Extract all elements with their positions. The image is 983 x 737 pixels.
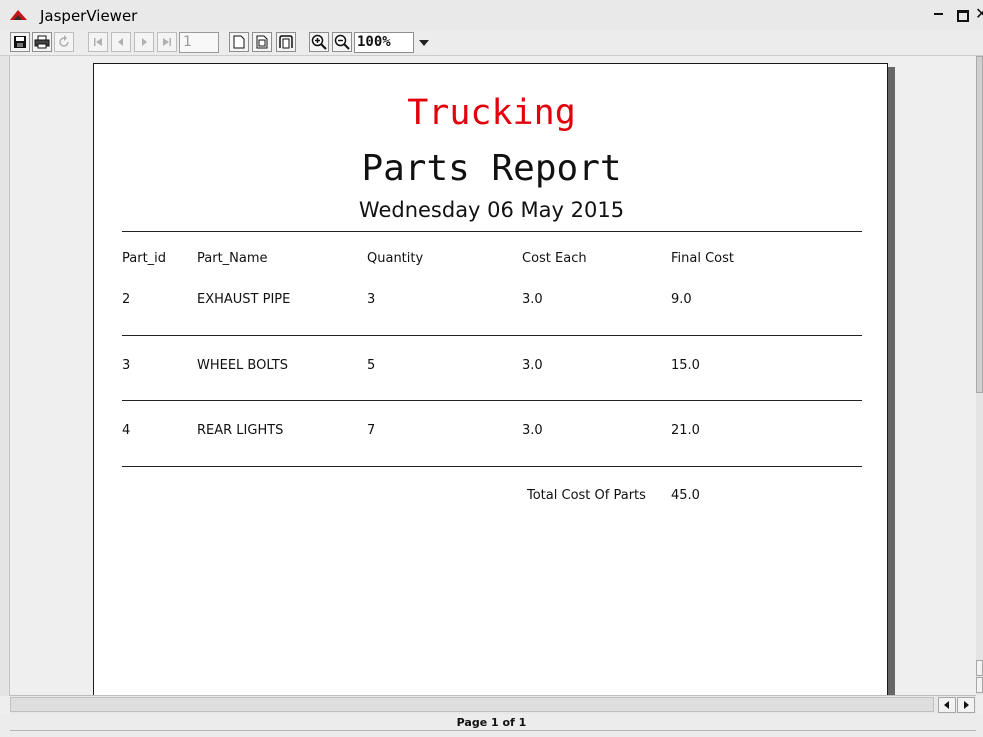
status-bar: Page 1 of 1: [0, 714, 983, 737]
column-header-cost-each: Cost Each: [522, 251, 587, 266]
previous-page-button[interactable]: [111, 32, 131, 52]
close-icon[interactable]: ✕: [975, 4, 983, 24]
company-name: Trucking: [407, 93, 576, 133]
zoom-out-button[interactable]: [332, 32, 352, 52]
first-page-button[interactable]: [88, 32, 108, 52]
previous-page-icon: [118, 38, 123, 46]
zoom-value: 100%: [357, 34, 391, 50]
scroll-up-button[interactable]: [976, 660, 983, 676]
report-viewport[interactable]: Trucking Parts Report Wednesday 06 May 2…: [10, 56, 976, 695]
cell-part-id: 2: [122, 292, 131, 307]
toolbar: 1 100%: [0, 30, 983, 56]
row-divider: [122, 466, 862, 467]
total-label: Total Cost Of Parts: [527, 488, 646, 503]
cell-part-id: 3: [122, 358, 131, 373]
column-header-final-cost: Final Cost: [671, 251, 734, 266]
cell-cost-each: 3.0: [522, 292, 543, 307]
reload-button[interactable]: [54, 32, 74, 52]
total-value: 45.0: [671, 488, 700, 503]
save-button[interactable]: [10, 32, 30, 52]
scroll-left-button[interactable]: [938, 697, 956, 713]
fit-width-icon: [279, 35, 293, 49]
reload-icon: [59, 35, 69, 47]
title-bar: JasperViewer ✕: [0, 0, 983, 31]
vertical-scrollbar[interactable]: [976, 56, 983, 695]
fit-page-icon: [256, 35, 268, 49]
maximize-icon[interactable]: [957, 10, 969, 22]
save-icon: [14, 36, 26, 48]
cell-quantity: 5: [367, 358, 376, 373]
zoom-out-icon: [334, 34, 350, 50]
cell-cost-each: 3.0: [522, 423, 543, 438]
next-page-button[interactable]: [134, 32, 154, 52]
column-header-quantity: Quantity: [367, 251, 424, 266]
first-page-icon: [94, 38, 102, 46]
app-logo-icon: [10, 10, 27, 20]
page-indicator: Page 1 of 1: [456, 716, 527, 729]
report-title: Parts Report: [361, 148, 622, 189]
vertical-scroll-thumb[interactable]: [976, 56, 983, 393]
print-icon: [34, 35, 50, 49]
cell-final-cost: 15.0: [671, 358, 700, 373]
zoom-in-icon: [311, 34, 327, 50]
page-number-input[interactable]: 1: [179, 32, 219, 53]
scroll-down-button[interactable]: [976, 677, 983, 693]
zoom-select[interactable]: 100%: [354, 32, 434, 53]
cell-final-cost: 9.0: [671, 292, 692, 307]
horizontal-scrollbar[interactable]: [10, 695, 976, 715]
next-page-icon: [142, 38, 147, 46]
report-date: Wednesday 06 May 2015: [358, 198, 625, 222]
fit-width-button[interactable]: [276, 32, 296, 52]
column-header-part-name: Part_Name: [197, 251, 268, 266]
cell-final-cost: 21.0: [671, 423, 700, 438]
left-panel-edge: [0, 56, 10, 696]
column-header-part-id: Part_id: [122, 251, 167, 266]
header-divider: [122, 231, 862, 232]
minimize-icon[interactable]: [934, 13, 943, 15]
cell-quantity: 3: [367, 292, 376, 307]
row-divider: [122, 400, 862, 401]
fit-page-button[interactable]: [252, 32, 272, 52]
dropdown-arrow-icon[interactable]: [413, 32, 434, 53]
scroll-right-button[interactable]: [957, 697, 975, 713]
cell-part-name: WHEEL BOLTS: [197, 358, 288, 373]
report-page: Trucking Parts Report Wednesday 06 May 2…: [93, 63, 888, 695]
actual-size-button[interactable]: [229, 32, 249, 52]
actual-size-icon: [233, 35, 245, 49]
print-button[interactable]: [32, 32, 52, 52]
last-page-button[interactable]: [157, 32, 177, 52]
window-title: JasperViewer: [40, 7, 138, 25]
zoom-in-button[interactable]: [309, 32, 329, 52]
cell-part-name: REAR LIGHTS: [197, 423, 284, 438]
cell-part-id: 4: [122, 423, 131, 438]
row-divider: [122, 335, 862, 336]
last-page-icon: [163, 38, 171, 46]
horizontal-scroll-thumb[interactable]: [10, 697, 934, 712]
cell-cost-each: 3.0: [522, 358, 543, 373]
cell-quantity: 7: [367, 423, 376, 438]
cell-part-name: EXHAUST PIPE: [197, 292, 291, 307]
status-divider: [10, 730, 976, 731]
